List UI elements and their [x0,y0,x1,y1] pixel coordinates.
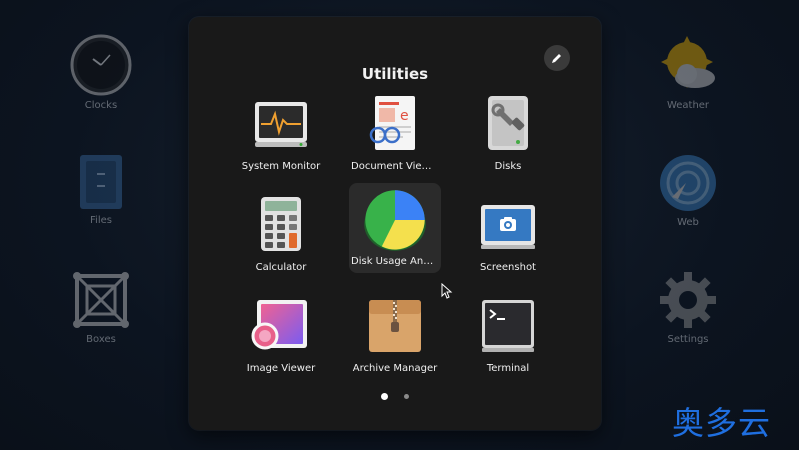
background-app-label: Web [677,217,699,228]
document-viewer-icon: e [369,96,415,150]
svg-text:e: e [400,108,409,124]
app-label: Calculator [255,262,307,273]
gear-icon [660,272,716,328]
page-dot[interactable] [404,394,409,399]
system-monitor-icon [255,102,307,147]
background-app-label: Settings [667,334,709,345]
archive-manager-icon [369,300,421,352]
app-label: Disks [494,161,522,172]
app-system-monitor[interactable]: System Monitor [235,88,327,180]
app-disk-usage-analyzer[interactable]: Disk Usage Anal... [349,183,441,273]
app-screenshot[interactable]: Screenshot [462,189,554,281]
files-icon [80,155,122,209]
app-label: Disk Usage Anal... [351,256,439,267]
page-indicator [189,393,601,400]
app-calculator[interactable]: Calculator [235,189,327,281]
app-folder-popup: Utilities System Monitor e Document View… [189,17,601,430]
app-label: Terminal [486,363,530,374]
app-label: Archive Manager [352,363,438,374]
mouse-pointer-icon [441,283,453,299]
background-app-files[interactable]: Files [41,153,161,226]
app-document-viewer[interactable]: e Document Viewer [349,88,441,180]
background-app-settings[interactable]: Settings [628,270,748,345]
app-terminal[interactable]: Terminal [462,290,554,382]
rename-folder-button[interactable] [544,45,570,71]
app-archive-manager[interactable]: Archive Manager [349,290,441,382]
clock-icon [70,34,132,96]
app-label: Screenshot [480,262,536,273]
page-dot-active[interactable] [381,393,388,400]
background-app-clocks[interactable]: Clocks [41,34,161,111]
screenshot-icon [481,205,535,249]
web-icon [660,155,716,211]
app-disks[interactable]: Disks [462,88,554,180]
app-label: Document Viewer [351,161,439,172]
calculator-icon [261,197,301,251]
boxes-icon [73,272,129,328]
folder-title: Utilities [361,65,429,83]
background-app-web[interactable]: Web [628,153,748,228]
background-app-label: Weather [666,100,710,111]
weather-icon [661,36,715,88]
disks-icon [488,96,528,150]
background-app-label: Files [90,215,112,226]
background-app-label: Clocks [84,100,118,111]
disk-usage-analyzer-icon [364,190,426,251]
app-label: Image Viewer [246,363,316,374]
background-app-weather[interactable]: Weather [628,34,748,111]
image-viewer-icon [251,300,307,350]
app-label: System Monitor [241,161,321,172]
app-image-viewer[interactable]: Image Viewer [235,290,327,382]
background-app-label: Boxes [86,334,116,345]
background-app-boxes[interactable]: Boxes [41,270,161,345]
terminal-icon [482,300,534,352]
watermark-text: 奥多云 [672,404,772,442]
pencil-icon [552,54,561,63]
